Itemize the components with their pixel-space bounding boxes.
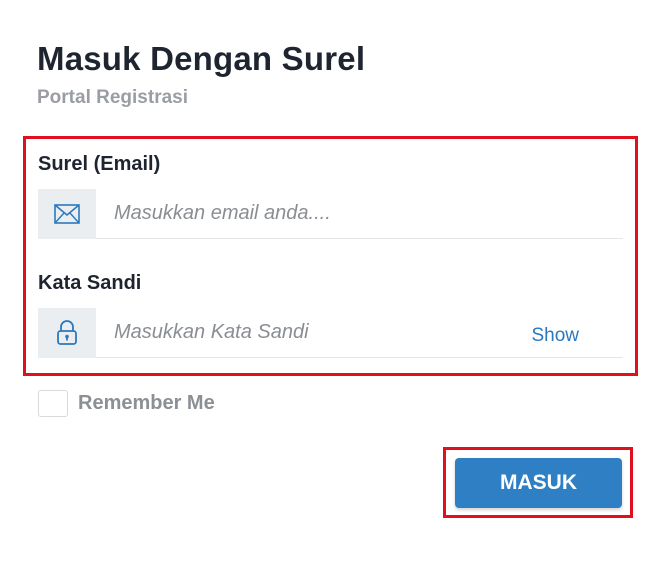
page-title: Masuk Dengan Surel (37, 40, 366, 77)
submit-highlight-box: MASUK (443, 447, 633, 518)
password-field[interactable] (96, 307, 532, 358)
email-input-group (38, 188, 623, 239)
page-subtitle: Portal Registrasi (37, 87, 188, 108)
remember-me-checkbox[interactable] (38, 390, 68, 417)
show-password-toggle[interactable]: Show (531, 325, 579, 347)
remember-me-row: Remember Me (38, 390, 215, 417)
password-input-group: Show (38, 307, 623, 358)
lock-icon (38, 307, 96, 358)
password-label: Kata Sandi (38, 272, 142, 294)
login-page: Masuk Dengan Surel Portal Registrasi Sur… (0, 0, 655, 561)
login-submit-button[interactable]: MASUK (455, 458, 622, 508)
email-field[interactable] (96, 188, 623, 239)
envelope-icon (38, 188, 96, 239)
email-label: Surel (Email) (38, 153, 161, 175)
credentials-highlight-box: Surel (Email) Kata Sandi (23, 136, 638, 376)
remember-me-label[interactable]: Remember Me (78, 392, 215, 415)
